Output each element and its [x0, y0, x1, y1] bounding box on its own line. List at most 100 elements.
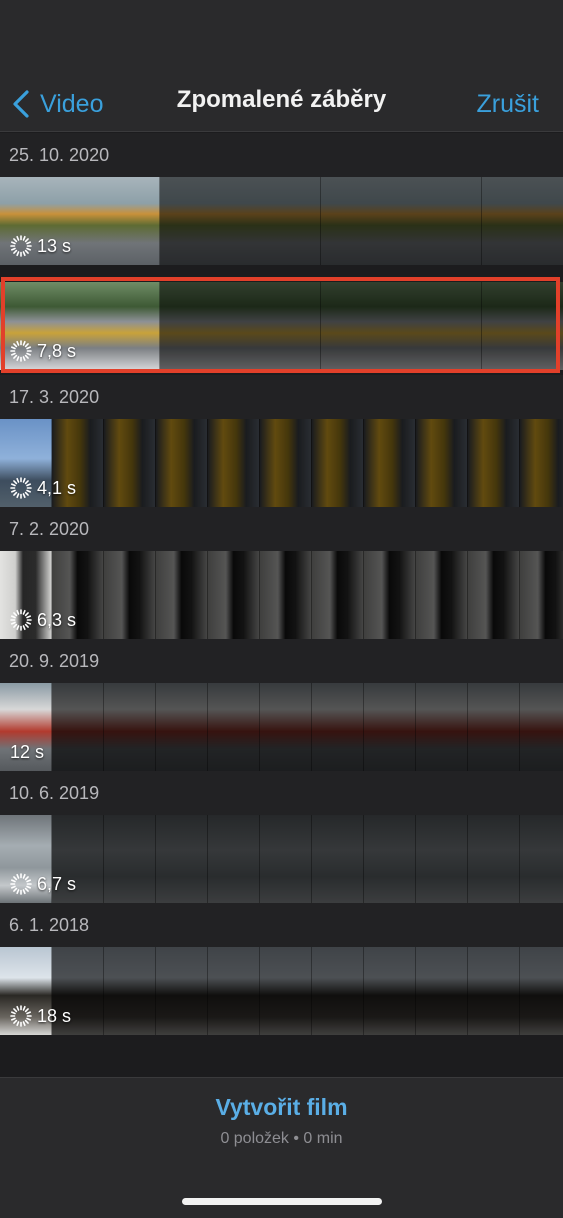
create-movie-button[interactable]: Vytvořit film: [0, 1094, 563, 1121]
chevron-left-icon: [13, 90, 29, 118]
clip-frame-thumbnail: [312, 551, 364, 639]
home-indicator: [182, 1198, 382, 1205]
clip-frame-thumbnail: [208, 947, 260, 1035]
clip-frame-thumbnail: [260, 683, 312, 771]
clip-frame-thumbnail: [160, 177, 321, 265]
slowmo-clip-list[interactable]: 25. 10. 2020 13 s 7,8 s 17. 3. 2020 4,1 s 7. …: [0, 133, 563, 1077]
clip-frame-thumbnail: [156, 683, 208, 771]
clip-duration: 13 s: [10, 235, 71, 257]
selection-summary: 0 položek • 0 min: [220, 1130, 343, 1147]
section-date-header: 10. 6. 2019: [0, 771, 563, 815]
clip-frame-thumbnail: [104, 815, 156, 903]
clip-frame-thumbnail: [260, 815, 312, 903]
date-section: 6. 1. 2018 18 s: [0, 903, 563, 1035]
bottom-toolbar: Vytvořit film 0 položek • 0 min: [0, 1077, 563, 1218]
section-date-header: 17. 3. 2020: [0, 375, 563, 419]
clip-frame-thumbnail: [104, 551, 156, 639]
clip-frame-thumbnail: [321, 282, 482, 370]
duration-label: 4,1 s: [37, 477, 77, 498]
clip-frame-thumbnail: [208, 419, 260, 507]
slowmo-icon: [10, 340, 32, 362]
status-bar: [0, 0, 563, 78]
clip-frame-thumbnail: [104, 419, 156, 507]
video-clip[interactable]: 4,1 s: [0, 419, 563, 507]
clip-frame-thumbnail: [52, 683, 104, 771]
clip-frame-thumbnail: [260, 419, 312, 507]
video-clip[interactable]: 13 s: [0, 177, 563, 265]
slowmo-icon: [10, 1005, 32, 1027]
clip-frame-thumbnail: [520, 815, 563, 903]
back-button[interactable]: Video: [12, 84, 104, 124]
section-date-header: 25. 10. 2020: [0, 133, 563, 177]
date-section: 20. 9. 2019 12 s: [0, 639, 563, 771]
clip-frame-thumbnail: [260, 551, 312, 639]
slowmo-icon: [10, 609, 32, 631]
slowmo-icon: [10, 477, 32, 499]
clip-frame-thumbnail: [156, 419, 208, 507]
duration-label: 18 s: [37, 1005, 72, 1026]
duration-label: 6,3 s: [37, 609, 77, 630]
clip-frame-thumbnail: [156, 551, 208, 639]
clip-frame-thumbnail: [520, 551, 563, 639]
video-clip[interactable]: 12 s: [0, 683, 563, 771]
video-clip[interactable]: 6,3 s: [0, 551, 563, 639]
clip-frame-thumbnail: [321, 177, 482, 265]
clip-frame-thumbnail: [260, 947, 312, 1035]
video-clip[interactable]: 18 s: [0, 947, 563, 1035]
clip-frame-thumbnail: [520, 683, 563, 771]
clip-frame-thumbnail: [416, 551, 468, 639]
date-section: 25. 10. 2020 13 s 7,8 s: [0, 133, 563, 375]
clip-frame-thumbnail: [468, 683, 520, 771]
clip-frame-thumbnail: [364, 947, 416, 1035]
clip-frame-thumbnail: [160, 282, 321, 370]
clip-frame-thumbnail: [468, 947, 520, 1035]
clip-frame-thumbnail: [208, 683, 260, 771]
slowmo-icon: [10, 873, 32, 895]
clip-frame-thumbnail: [416, 947, 468, 1035]
date-section: 7. 2. 2020 6,3 s: [0, 507, 563, 639]
clip-frame-thumbnail: [520, 947, 563, 1035]
clip-duration: 4,1 s: [10, 477, 76, 499]
clip-frame-thumbnail: [364, 815, 416, 903]
clip-frame-thumbnail: [208, 551, 260, 639]
duration-label: 13 s: [37, 235, 72, 256]
clip-frame-thumbnail: [104, 947, 156, 1035]
duration-label: 7,8 s: [37, 340, 77, 361]
slowmo-icon: [10, 235, 32, 257]
video-clip[interactable]: 7,8 s: [0, 282, 563, 370]
clip-frame-thumbnail: [364, 551, 416, 639]
clip-duration: 18 s: [10, 1005, 71, 1027]
section-date-header: 20. 9. 2019: [0, 639, 563, 683]
clip-frame-thumbnail: [416, 419, 468, 507]
clip-frame-thumbnail: [482, 177, 563, 265]
clip-duration: 7,8 s: [10, 340, 76, 362]
clip-frame-thumbnail: [312, 947, 364, 1035]
clip-frame-thumbnail: [520, 419, 563, 507]
clip-frame-thumbnail: [364, 683, 416, 771]
clip-frame-thumbnail: [416, 683, 468, 771]
clip-frame-thumbnail: [364, 419, 416, 507]
section-date-header: 6. 1. 2018: [0, 903, 563, 947]
clip-duration: 6,3 s: [10, 609, 76, 631]
video-clip[interactable]: 6,7 s: [0, 815, 563, 903]
back-label: Video: [40, 89, 104, 118]
date-section: 10. 6. 2019 6,7 s: [0, 771, 563, 903]
clip-frame-thumbnail: [104, 683, 156, 771]
clip-frame-thumbnail: [468, 419, 520, 507]
date-section: 17. 3. 2020 4,1 s: [0, 375, 563, 507]
cancel-button[interactable]: Zrušit: [477, 84, 540, 124]
clip-duration: 12 s: [10, 742, 44, 763]
clip-frame-thumbnail: [156, 947, 208, 1035]
section-date-header: 7. 2. 2020: [0, 507, 563, 551]
clip-duration: 6,7 s: [10, 873, 76, 895]
clip-frame-thumbnail: [468, 551, 520, 639]
clip-frame-thumbnail: [312, 419, 364, 507]
clip-frame-thumbnail: [482, 282, 563, 370]
clip-frame-thumbnail: [312, 683, 364, 771]
clip-frame-thumbnail: [156, 815, 208, 903]
navigation-bar: Video Zpomalené záběry Zrušit: [0, 78, 563, 132]
clip-frame-thumbnail: [208, 815, 260, 903]
clip-frame-thumbnail: [312, 815, 364, 903]
duration-label: 6,7 s: [37, 873, 77, 894]
duration-label: 12 s: [10, 742, 45, 762]
